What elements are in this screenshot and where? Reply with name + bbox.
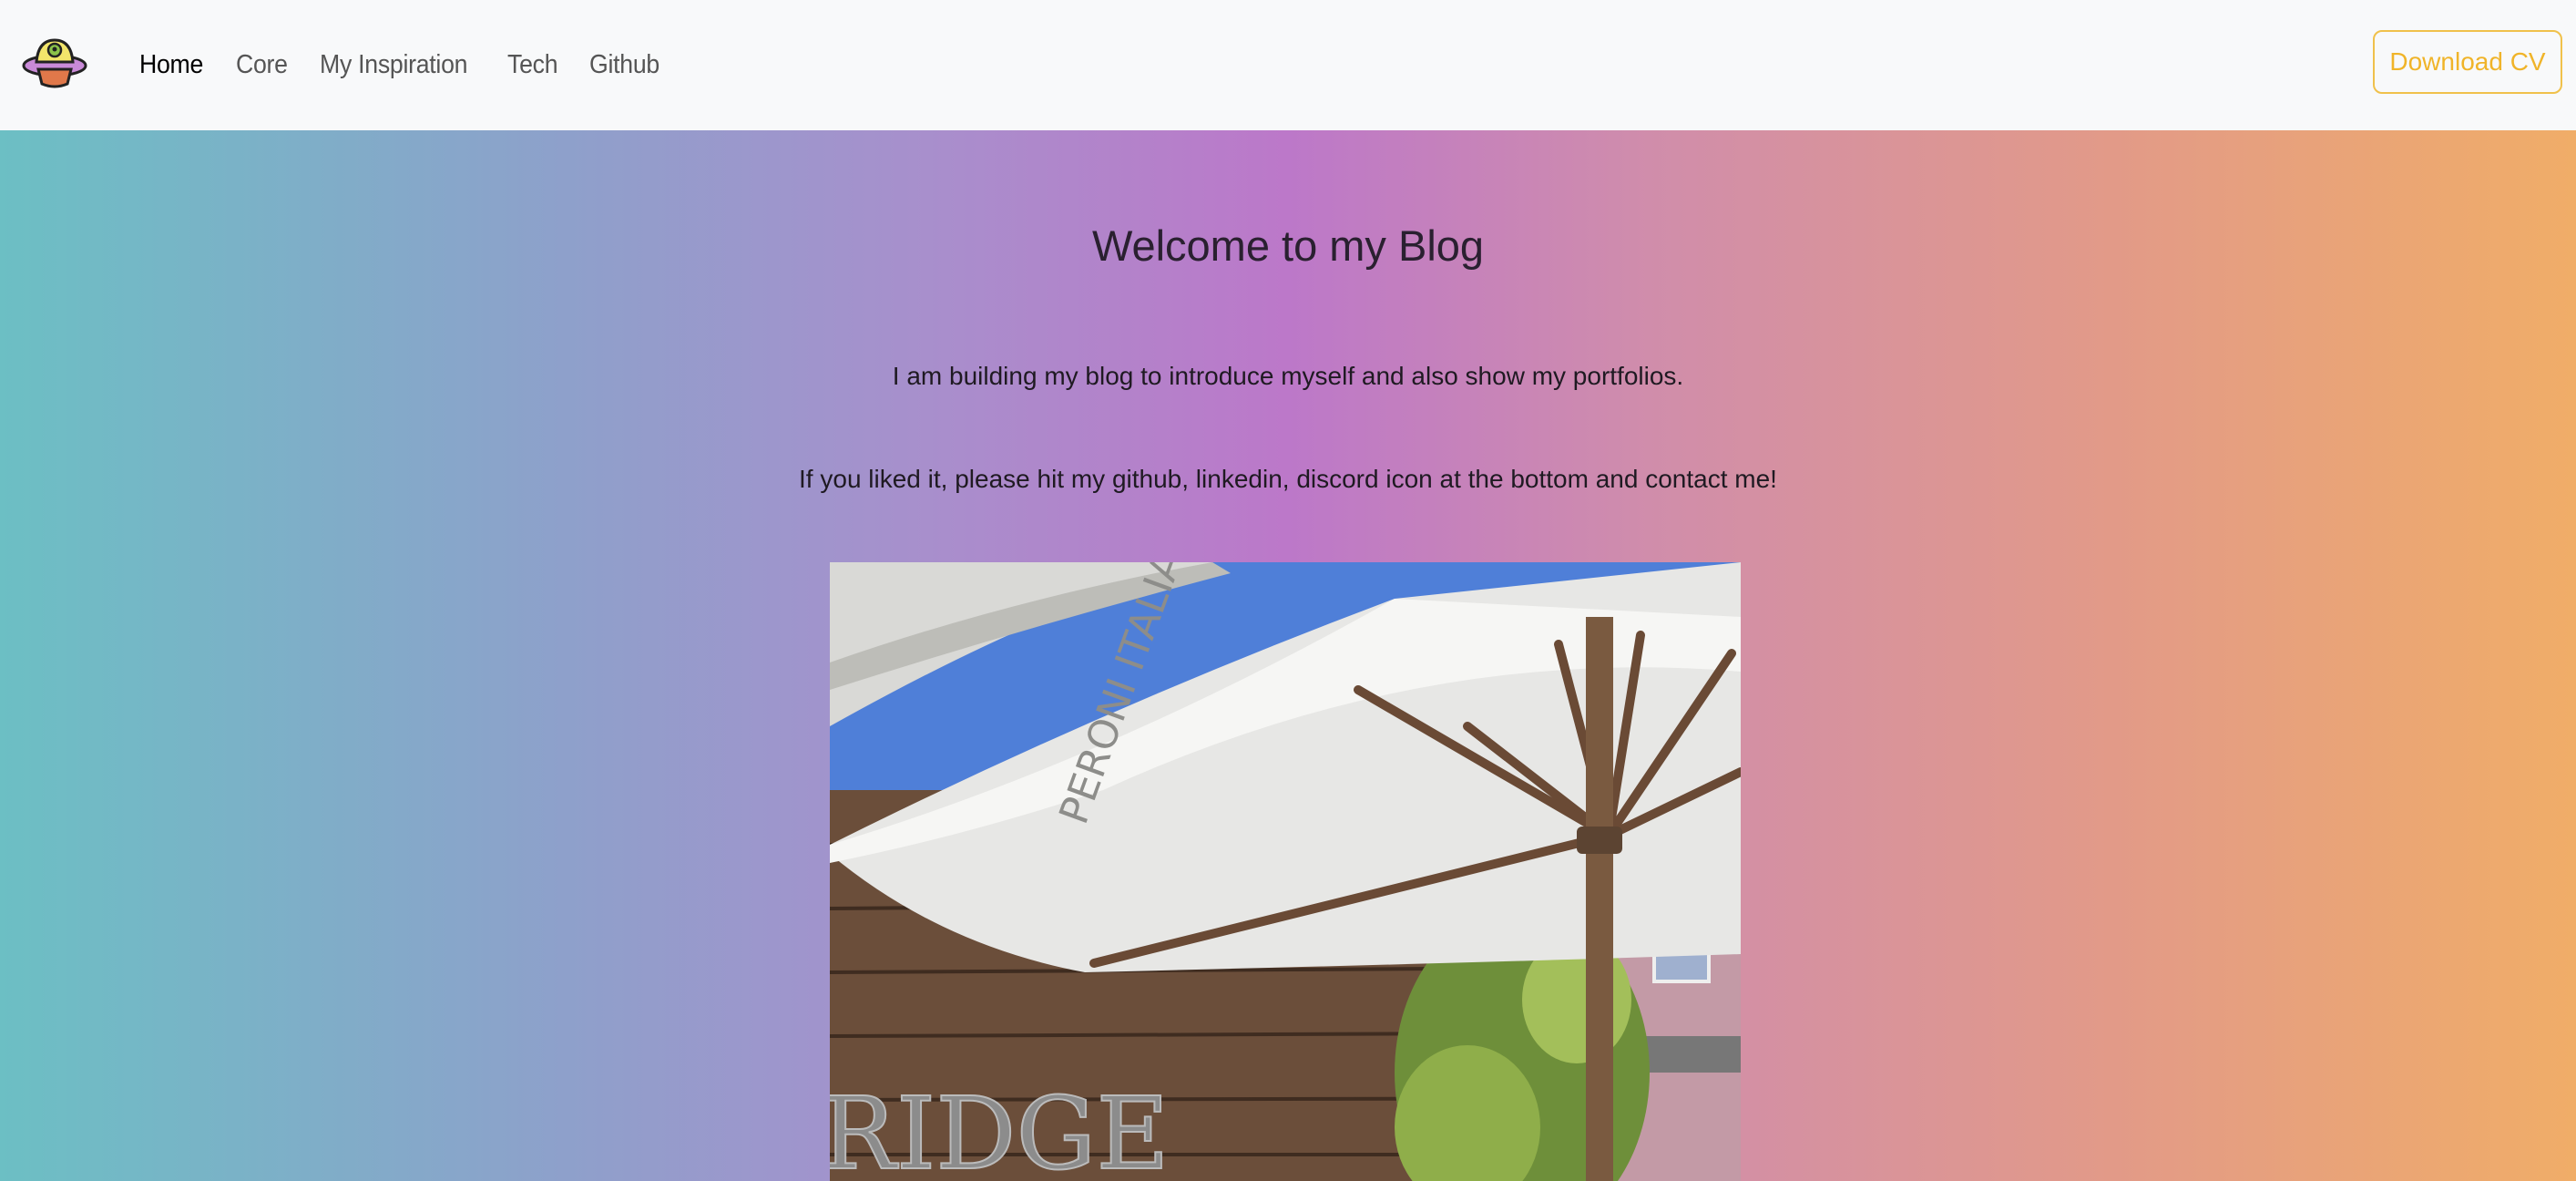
nav-links: Home Core My Inspiration Tech Github	[139, 0, 666, 130]
sign-text: RIDGE	[830, 1075, 1170, 1181]
download-cv-button[interactable]: Download CV	[2373, 30, 2562, 94]
hero-photo: RIDGE PERONI ITALIA	[830, 562, 1741, 1181]
nav-link-core[interactable]: Core	[236, 50, 288, 80]
nav-link-tech[interactable]: Tech	[507, 50, 558, 80]
contact-paragraph: If you liked it, please hit my github, l…	[799, 465, 1777, 493]
nav-link-github[interactable]: Github	[589, 50, 659, 80]
intro-paragraph: I am building my blog to introduce mysel…	[892, 362, 1684, 390]
navbar: Home Core My Inspiration Tech Github Dow…	[0, 0, 2576, 130]
nav-link-my-inspiration[interactable]: My Inspiration	[320, 50, 467, 80]
page-title: Welcome to my Blog	[1091, 221, 1485, 270]
alien-ufo-icon[interactable]	[20, 35, 89, 89]
nav-link-home[interactable]: Home	[139, 50, 203, 80]
